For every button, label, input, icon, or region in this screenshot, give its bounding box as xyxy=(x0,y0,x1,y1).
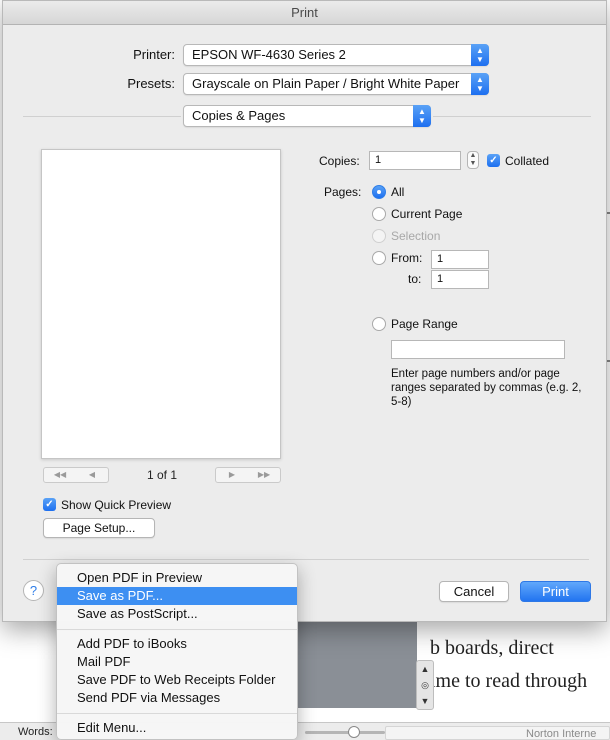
popup-arrows-icon: ▲ ▼ xyxy=(471,73,489,95)
copies-field[interactable]: 1 xyxy=(369,151,461,170)
print-button[interactable]: Print xyxy=(520,581,591,602)
pages-from-label: From: xyxy=(391,251,423,265)
menu-item-save-as-postscript[interactable]: Save as PostScript... xyxy=(57,605,297,623)
preview-prev-nav[interactable]: ◀◀ ◀ xyxy=(43,467,109,483)
preview-next-nav[interactable]: ▶ ▶▶ xyxy=(215,467,281,483)
pages-to-label: to: xyxy=(408,272,422,286)
copies-label: Copies: xyxy=(319,154,360,168)
show-quick-preview-checkbox[interactable]: ✓ xyxy=(43,498,56,511)
divider xyxy=(433,116,591,117)
pages-range-radio[interactable] xyxy=(372,317,386,331)
popup-arrows-icon: ▲ ▼ xyxy=(471,44,489,66)
document-scroll-control[interactable]: ▲ ◎ ▼ xyxy=(416,660,434,710)
menu-item-send-pdf-via-messages[interactable]: Send PDF via Messages xyxy=(57,689,297,707)
menu-item-mail-pdf[interactable]: Mail PDF xyxy=(57,653,297,671)
scroll-thumb-icon[interactable]: ◎ xyxy=(417,677,433,693)
previous-page-icon[interactable]: ◀ xyxy=(76,468,108,482)
zoom-slider[interactable] xyxy=(305,731,385,734)
stepper-down-icon[interactable]: ▼ xyxy=(470,160,477,167)
menu-item-add-pdf-to-ibooks[interactable]: Add PDF to iBooks xyxy=(57,635,297,653)
divider xyxy=(23,116,181,117)
divider xyxy=(23,559,589,560)
page-count: 1 of 1 xyxy=(147,468,178,482)
norton-notification[interactable]: Norton Interne xyxy=(385,726,610,740)
collated-label: Collated xyxy=(505,154,550,168)
pages-current-label: Current Page xyxy=(391,207,463,221)
help-button[interactable]: ? xyxy=(23,580,44,601)
zoom-slider-knob[interactable] xyxy=(348,726,360,738)
menu-separator xyxy=(57,629,297,630)
next-page-icon[interactable]: ▶ xyxy=(216,468,248,482)
cancel-button[interactable]: Cancel xyxy=(439,581,509,602)
print-dialog: Print Printer: EPSON WF-4630 Series 2 ▲ ▼… xyxy=(2,0,607,622)
presets-popup[interactable]: Grayscale on Plain Paper / Bright White … xyxy=(183,73,489,95)
document-text-line: ime to read through xyxy=(430,670,588,692)
copies-stepper[interactable]: ▲ ▼ xyxy=(467,151,479,169)
pages-label: Pages: xyxy=(324,185,362,199)
first-page-icon[interactable]: ◀◀ xyxy=(44,468,76,482)
collated-checkbox[interactable]: ✓ xyxy=(487,154,500,167)
pages-from-field[interactable]: 1 xyxy=(431,250,489,269)
page-range-field[interactable] xyxy=(391,340,565,359)
menu-item-edit-menu[interactable]: Edit Menu... xyxy=(57,719,297,737)
section-popup[interactable]: Copies & Pages ▲ ▼ xyxy=(183,105,431,127)
printer-label: Printer: xyxy=(133,47,175,62)
pages-range-label: Page Range xyxy=(391,317,458,331)
pages-current-radio[interactable] xyxy=(372,207,386,221)
menu-item-open-pdf-in-preview[interactable]: Open PDF in Preview xyxy=(57,569,297,587)
page-range-hint: Enter page numbers and/or page ranges se… xyxy=(391,368,582,408)
page-setup-button[interactable]: Page Setup... xyxy=(43,518,155,538)
pdf-menu: Open PDF in Preview Save as PDF... Save … xyxy=(56,563,298,740)
section-value: Copies & Pages xyxy=(192,108,286,123)
pages-all-label: All xyxy=(391,185,405,199)
menu-item-save-as-pdf[interactable]: Save as PDF... xyxy=(57,587,297,605)
pages-selection-label: Selection xyxy=(391,229,441,243)
document-text-line: b boards, direct xyxy=(430,637,554,659)
show-quick-preview-label: Show Quick Preview xyxy=(61,498,172,512)
stepper-up-icon[interactable]: ▲ xyxy=(470,152,477,159)
menu-item-save-pdf-to-web-receipts[interactable]: Save PDF to Web Receipts Folder xyxy=(57,671,297,689)
scroll-down-icon[interactable]: ▼ xyxy=(417,693,433,709)
pages-all-radio[interactable] xyxy=(372,185,386,199)
presets-value: Grayscale on Plain Paper / Bright White … xyxy=(192,76,460,91)
word-count-label: Words: xyxy=(18,726,53,738)
print-preview xyxy=(41,149,281,459)
presets-label: Presets: xyxy=(127,76,175,91)
scroll-up-icon[interactable]: ▲ xyxy=(417,661,433,677)
popup-arrows-icon: ▲ ▼ xyxy=(413,105,431,127)
printer-value: EPSON WF-4630 Series 2 xyxy=(192,47,346,62)
document-side-panel xyxy=(297,622,417,708)
pages-from-radio[interactable] xyxy=(372,251,386,265)
pages-selection-radio xyxy=(372,229,386,243)
last-page-icon[interactable]: ▶▶ xyxy=(248,468,280,482)
printer-popup[interactable]: EPSON WF-4630 Series 2 ▲ ▼ xyxy=(183,44,489,66)
menu-separator xyxy=(57,713,297,714)
dialog-title: Print xyxy=(3,1,606,25)
pages-to-field[interactable]: 1 xyxy=(431,270,489,289)
